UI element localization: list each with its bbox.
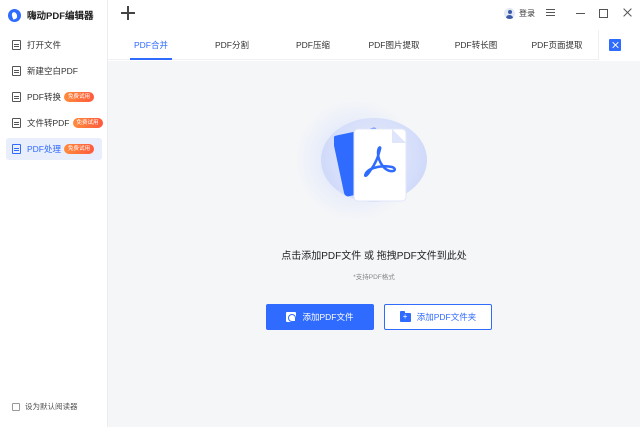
free-trial-badge: 免费试用 xyxy=(64,144,95,154)
sidebar-item-label: 打开文件 xyxy=(27,40,62,50)
sidebar-nav: 打开文件 新建空白PDF PDF转换 免费试用 文件转PDF 免费试用 PDF处… xyxy=(6,34,103,164)
supported-format-note: *支持PDF格式 xyxy=(353,274,395,281)
default-reader-label: 设为默认阅读器 xyxy=(25,402,78,411)
sidebar-item-label: 新建空白PDF xyxy=(27,66,79,76)
sidebar-item-label: PDF转换 xyxy=(27,92,62,102)
tool-tabs: PDF合并 PDF分割 PDF压缩 PDF图片提取 PDF转长图 PDF页面提取 xyxy=(108,30,598,60)
tab-close-area xyxy=(598,30,632,60)
close-window-icon[interactable] xyxy=(622,7,634,19)
add-pdf-folder-label: 添加PDF文件夹 xyxy=(416,312,477,322)
default-reader-option[interactable]: 设为默认阅读器 xyxy=(12,401,78,412)
sidebar-item-label: PDF处理 xyxy=(27,144,62,154)
add-pdf-folder-button[interactable]: 添加PDF文件夹 xyxy=(384,304,492,330)
tab-pdf-page-extract[interactable]: PDF页面提取 xyxy=(528,30,586,60)
free-trial-badge: 免费试用 xyxy=(72,118,103,128)
close-tool-icon[interactable] xyxy=(609,39,621,51)
sidebar-item-pdf-convert[interactable]: PDF转换 免费试用 xyxy=(6,86,102,108)
open-file-icon xyxy=(12,40,21,50)
minimize-icon[interactable] xyxy=(575,7,587,19)
tab-pdf-merge[interactable]: PDF合并 xyxy=(130,30,172,60)
add-pdf-file-button[interactable]: 添加PDF文件 xyxy=(266,304,374,330)
new-tab-plus-icon[interactable] xyxy=(121,6,135,20)
file-to-pdf-icon xyxy=(12,118,21,128)
add-pdf-file-label: 添加PDF文件 xyxy=(302,312,354,322)
pdf-document-icon xyxy=(334,127,407,202)
drop-hint: 点击添加PDF文件 或 拖拽PDF文件到此处 xyxy=(281,251,467,262)
folder-add-icon xyxy=(399,310,411,323)
new-document-icon xyxy=(12,66,21,76)
tab-pdf-to-long-image[interactable]: PDF转长图 xyxy=(452,30,500,60)
tab-pdf-image-extract[interactable]: PDF图片提取 xyxy=(366,30,422,60)
sidebar-item-label: 文件转PDF xyxy=(27,118,70,128)
title-bar: 登录 xyxy=(108,0,640,30)
maximize-icon[interactable] xyxy=(598,7,610,19)
sidebar-item-open-file[interactable]: 打开文件 xyxy=(6,34,102,56)
tab-pdf-split[interactable]: PDF分割 xyxy=(211,30,253,60)
login-label: 登录 xyxy=(519,9,535,18)
drop-area[interactable]: 点击添加PDF文件 或 拖拽PDF文件到此处 *支持PDF格式 添加PDF文件 … xyxy=(108,61,640,427)
pdf-file-icon xyxy=(286,312,297,322)
pdf-process-icon xyxy=(12,144,21,154)
app-logo-icon xyxy=(8,8,21,22)
sidebar-item-file-to-pdf[interactable]: 文件转PDF 免费试用 xyxy=(6,112,103,134)
default-reader-checkbox[interactable] xyxy=(12,402,20,411)
app-title: 嗨动PDF编辑器 xyxy=(27,11,94,22)
menu-icon[interactable] xyxy=(545,7,557,19)
tab-pdf-compress[interactable]: PDF压缩 xyxy=(292,30,334,60)
app-brand: 嗨动PDF编辑器 xyxy=(8,7,94,23)
sidebar-item-pdf-process[interactable]: PDF处理 免费试用 xyxy=(6,138,102,160)
user-avatar-icon xyxy=(504,8,515,19)
login-button[interactable]: 登录 xyxy=(504,8,535,19)
sidebar-item-new-blank-pdf[interactable]: 新建空白PDF xyxy=(6,60,102,82)
convert-icon xyxy=(12,92,21,102)
sidebar: 嗨动PDF编辑器 打开文件 新建空白PDF PDF转换 免费试用 文件转PDF … xyxy=(0,0,108,427)
free-trial-badge: 免费试用 xyxy=(64,92,95,102)
